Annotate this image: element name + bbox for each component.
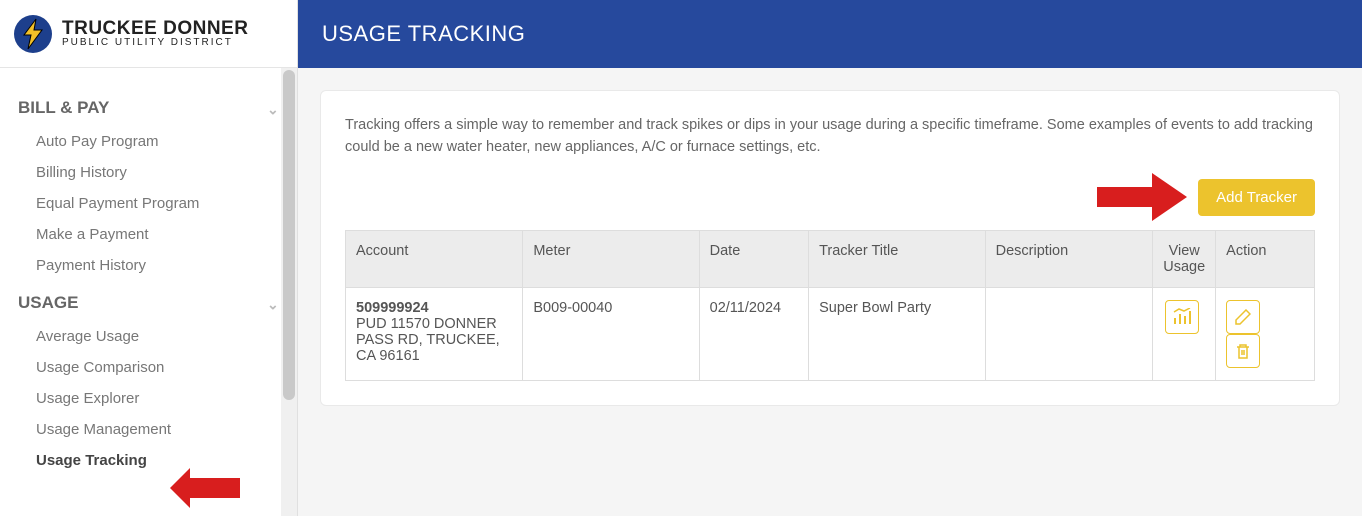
nav-group-usage[interactable]: USAGE ⌃ (0, 281, 297, 321)
cell-date: 02/11/2024 (699, 287, 808, 380)
logo-icon (14, 15, 52, 53)
account-number: 509999924 (356, 300, 429, 316)
delete-button[interactable] (1226, 334, 1260, 368)
callout-arrow-sidebar-icon (170, 468, 240, 508)
chevron-up-icon: ⌃ (267, 295, 279, 312)
logo: TRUCKEE DONNER PUBLIC UTILITY DISTRICT (0, 0, 297, 68)
th-action: Action (1216, 230, 1315, 287)
nav-item-equal-payment[interactable]: Equal Payment Program (0, 188, 297, 219)
nav-item-make-payment[interactable]: Make a Payment (0, 219, 297, 250)
sidebar-scrollbar[interactable] (281, 68, 297, 516)
bar-chart-icon (1173, 308, 1191, 326)
cell-meter: B009-00040 (523, 287, 699, 380)
page-title: USAGE TRACKING (298, 0, 1362, 68)
table-row: 509999924 PUD 11570 DONNER PASS RD, TRUC… (346, 287, 1315, 380)
trash-icon (1235, 343, 1251, 359)
cell-description (985, 287, 1153, 380)
add-tracker-button[interactable]: Add Tracker (1198, 179, 1315, 216)
th-view-usage: View Usage (1153, 230, 1216, 287)
nav-item-usage-comparison[interactable]: Usage Comparison (0, 352, 297, 383)
scrollbar-thumb[interactable] (283, 70, 295, 400)
nav-item-average-usage[interactable]: Average Usage (0, 321, 297, 352)
callout-arrow-add-icon (1097, 173, 1187, 221)
th-meter: Meter (523, 230, 699, 287)
nav-item-billing-history[interactable]: Billing History (0, 157, 297, 188)
th-account: Account (346, 230, 523, 287)
edit-button[interactable] (1226, 300, 1260, 334)
account-address: PUD 11570 DONNER PASS RD, TRUCKEE, CA 96… (356, 316, 500, 364)
nav-item-usage-tracking[interactable]: Usage Tracking (0, 445, 297, 476)
sidebar-nav: BILL & PAY ⌃ Auto Pay Program Billing Hi… (0, 68, 297, 476)
main-area: USAGE TRACKING Tracking offers a simple … (298, 0, 1362, 516)
view-usage-button[interactable] (1165, 300, 1199, 334)
nav-item-usage-management[interactable]: Usage Management (0, 414, 297, 445)
cell-account: 509999924 PUD 11570 DONNER PASS RD, TRUC… (346, 287, 523, 380)
nav-item-usage-explorer[interactable]: Usage Explorer (0, 383, 297, 414)
cell-view-usage (1153, 287, 1216, 380)
th-description: Description (985, 230, 1153, 287)
tracker-table: Account Meter Date Tracker Title Descrip… (345, 230, 1315, 381)
nav-group-label: USAGE (18, 293, 78, 313)
chevron-up-icon: ⌃ (267, 100, 279, 117)
logo-main-text: TRUCKEE DONNER (62, 19, 248, 38)
nav-group-label: BILL & PAY (18, 98, 109, 118)
nav-item-auto-pay[interactable]: Auto Pay Program (0, 126, 297, 157)
nav-item-payment-history[interactable]: Payment History (0, 250, 297, 281)
cell-action (1216, 287, 1315, 380)
sidebar: TRUCKEE DONNER PUBLIC UTILITY DISTRICT B… (0, 0, 298, 516)
tracking-card: Tracking offers a simple way to remember… (320, 90, 1340, 406)
intro-text: Tracking offers a simple way to remember… (345, 115, 1315, 159)
th-date: Date (699, 230, 808, 287)
nav-group-bill-pay[interactable]: BILL & PAY ⌃ (0, 86, 297, 126)
th-tracker: Tracker Title (809, 230, 986, 287)
action-row: Add Tracker (345, 179, 1315, 216)
cell-tracker: Super Bowl Party (809, 287, 986, 380)
pencil-icon (1235, 309, 1251, 325)
logo-sub-text: PUBLIC UTILITY DISTRICT (62, 38, 248, 48)
